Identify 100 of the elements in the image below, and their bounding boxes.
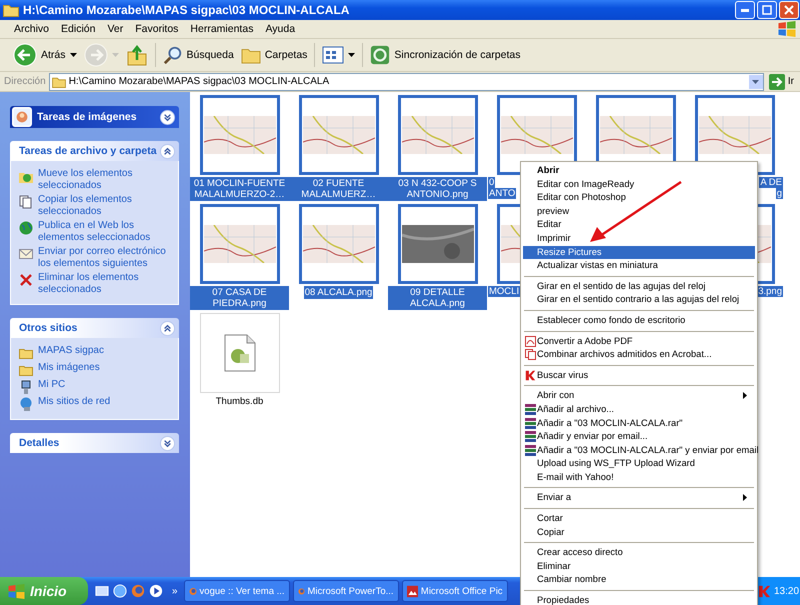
- panel-header[interactable]: Tareas de archivo y carpeta: [10, 141, 179, 161]
- back-button[interactable]: Atrás: [10, 41, 80, 69]
- menu-item[interactable]: Archivo: [8, 23, 56, 35]
- map-thumbnail: [302, 225, 374, 263]
- sync-button[interactable]: Sincronización de carpetas: [367, 41, 524, 69]
- copy-icon: [19, 195, 33, 209]
- task-link[interactable]: Mi PC: [38, 379, 66, 391]
- dropdown-button[interactable]: [748, 74, 763, 88]
- menu-item[interactable]: Upload using WS_FTP Upload Wizard: [523, 457, 755, 471]
- go-button[interactable]: Ir: [766, 74, 796, 90]
- menu-item[interactable]: Añadir a "03 MOCLIN-ALCALA.rar": [523, 416, 755, 430]
- menu-item[interactable]: Cambiar nombre: [523, 573, 755, 588]
- task-link[interactable]: Mis sitios de red: [38, 396, 110, 408]
- menu-item[interactable]: Girar en el sentido de las agujas del reloj: [523, 280, 755, 294]
- menu-item[interactable]: Buscar virus: [523, 368, 755, 382]
- books-icon: [525, 404, 536, 415]
- menu-item[interactable]: Eliminar: [523, 560, 755, 574]
- menu-item[interactable]: Convertir a Adobe PDF: [523, 334, 755, 348]
- overflow-chevron[interactable]: »: [172, 586, 178, 596]
- map-thumbnail: [500, 116, 572, 154]
- menu-item[interactable]: Editar con Photoshop: [523, 191, 755, 205]
- file-name: 09 DETALLE ALCALA.png: [388, 286, 487, 310]
- thumbnail-frame[interactable]: [298, 95, 378, 175]
- minimize-icon: [741, 8, 749, 12]
- file-name: ANTO: [488, 188, 516, 199]
- menu-item[interactable]: Edición: [55, 23, 102, 35]
- menu-item[interactable]: Copiar: [523, 526, 755, 540]
- menu-item[interactable]: Añadir y enviar por email...: [523, 430, 755, 444]
- thumbnail-frame[interactable]: [298, 204, 378, 284]
- documents-icon: [525, 349, 536, 360]
- panel-header[interactable]: Tareas de imágenes: [10, 106, 179, 128]
- menu-item[interactable]: Abrir: [523, 164, 755, 178]
- panel-header[interactable]: Detalles: [10, 433, 179, 453]
- folder-icon: [240, 46, 261, 64]
- menu-item[interactable]: E-mail with Yahoo!: [523, 470, 755, 484]
- address-field[interactable]: H:\Camino Mozarabe\MAPAS sigpac\03 MOCLIN-ALCALA: [48, 72, 764, 90]
- task-link[interactable]: Enviar por correo electrónico los elementos siguientes: [38, 246, 174, 270]
- menu-item[interactable]: Establecer como fondo de escritorio: [523, 314, 755, 328]
- caret-icon: [348, 53, 356, 57]
- collapse-icon[interactable]: [160, 144, 175, 158]
- menu-item[interactable]: Girar en el sentido contrario a las agujas del reloj: [523, 293, 755, 307]
- network-icon: [19, 397, 33, 411]
- menu-item[interactable]: Ver: [101, 23, 130, 35]
- task-link[interactable]: Copiar los elementos seleccionados: [38, 194, 174, 218]
- minimize-button[interactable]: [735, 1, 755, 19]
- task-link[interactable]: Mis imágenes: [38, 362, 100, 374]
- menu-item[interactable]: Actualizar vistas en miniatura: [523, 259, 755, 273]
- windows-logo-icon: [8, 584, 25, 598]
- taskbar-button[interactable]: Microsoft Office Pic: [402, 580, 508, 602]
- menu-item[interactable]: Combinar archivos admitidos en Acrobat...: [523, 348, 755, 362]
- file-name: 07 CASA DE PIEDRA.png: [190, 286, 289, 310]
- folder-icon: [52, 76, 66, 88]
- clock: 13:20: [774, 586, 800, 596]
- file-name: 0: [488, 177, 496, 188]
- menu-item[interactable]: Favoritos: [129, 23, 184, 35]
- collapse-icon[interactable]: [160, 320, 175, 336]
- thumbnail-frame[interactable]: [398, 95, 478, 175]
- panel-header[interactable]: Otros sitios: [10, 318, 179, 338]
- menu-item[interactable]: Abrir con: [523, 389, 755, 403]
- file-name: Thumbs.db: [214, 395, 264, 408]
- menu-item[interactable]: Cortar: [523, 512, 755, 526]
- menu-item[interactable]: Crear acceso directo: [523, 546, 755, 560]
- media-player-icon[interactable]: [149, 584, 163, 598]
- globe-icon[interactable]: [113, 584, 127, 598]
- thumbnail-frame[interactable]: [398, 204, 478, 284]
- menu-item[interactable]: Añadir al archivo...: [523, 402, 755, 416]
- taskbar-button[interactable]: Microsoft PowerTo...: [292, 580, 399, 602]
- menu-item[interactable]: Resize Pictures: [523, 246, 755, 260]
- maximize-button[interactable]: [757, 1, 777, 19]
- web-icon: [19, 221, 33, 235]
- desktop-icon[interactable]: [95, 584, 109, 598]
- menu-item[interactable]: Imprimir: [523, 232, 755, 246]
- task-link[interactable]: Mueve los elementos seleccionados: [38, 168, 174, 192]
- folder-icon: [19, 346, 33, 360]
- menu-item[interactable]: Enviar a: [523, 491, 755, 506]
- menu-item[interactable]: Propiedades: [523, 594, 755, 605]
- menu-item[interactable]: Herramientas: [184, 23, 260, 35]
- books-icon: [525, 444, 536, 456]
- address-label: Dirección: [4, 76, 46, 87]
- picture-icon: [406, 584, 418, 598]
- close-button[interactable]: [779, 1, 799, 19]
- menu-item[interactable]: preview: [523, 204, 755, 218]
- folders-button[interactable]: Carpetas: [238, 41, 310, 69]
- expand-icon[interactable]: [160, 436, 175, 450]
- menu-item[interactable]: Ayuda: [259, 23, 302, 35]
- menu-item[interactable]: Editar: [523, 218, 755, 232]
- taskbar-button[interactable]: vogue :: Ver tema ...: [184, 580, 290, 602]
- file-name: 01 MOCLIN-FUENTE MALALMUERZO-2…: [190, 177, 289, 201]
- map-thumbnail: [600, 116, 672, 154]
- map-thumbnail: [402, 116, 474, 154]
- thumbnail-frame[interactable]: [200, 204, 280, 284]
- computer-icon: [19, 380, 33, 394]
- menu-item[interactable]: Editar con ImageReady: [523, 178, 755, 192]
- task-link[interactable]: Publica en el Web los elementos seleccionados: [38, 220, 174, 244]
- expand-icon[interactable]: [160, 110, 175, 124]
- task-link[interactable]: Eliminar los elementos seleccionados: [38, 272, 174, 296]
- task-link[interactable]: MAPAS sigpac: [38, 345, 104, 357]
- search-button[interactable]: Búsqueda: [160, 41, 237, 69]
- thumbnail-frame[interactable]: [200, 95, 280, 175]
- file-name: g: [776, 188, 783, 199]
